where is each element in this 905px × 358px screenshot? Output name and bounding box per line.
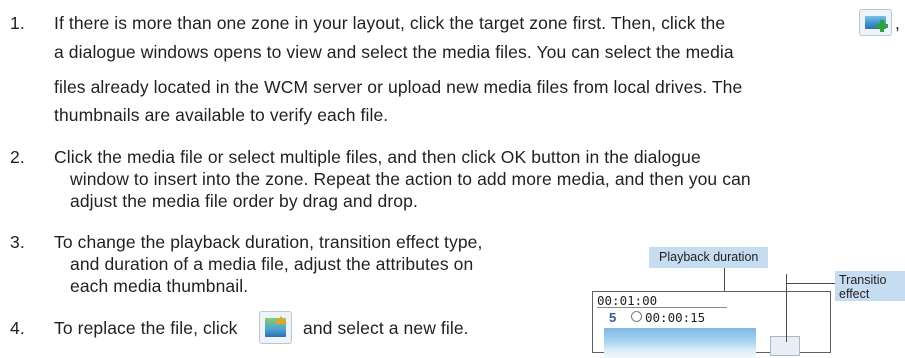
zone-panel: 00:01:00 5 00:00:15 [592, 291, 831, 358]
zone-duration: 00:01:00 [597, 293, 658, 308]
step-4-number: 4. [10, 318, 25, 338]
step-4: 4. To replace the file, click and select… [0, 0, 600, 346]
transition-effect-button [770, 336, 800, 356]
transition-callout-connector [786, 283, 835, 284]
step-4-line-1: To replace the file, click [54, 318, 238, 338]
replace-file-icon [259, 311, 292, 344]
transition-callout-line-2: effect [839, 287, 870, 301]
media-thumbnail-image [604, 328, 756, 358]
step-4-line-2: and select a new file. [303, 318, 469, 338]
transition-effect-callout: Transitio effect [835, 271, 905, 301]
zone-duration-underline [597, 307, 727, 308]
clock-icon [631, 311, 642, 322]
transition-callout-line [786, 274, 787, 342]
item-duration: 00:00:15 [645, 310, 706, 325]
order-number: 5 [609, 310, 617, 325]
transition-callout-line-1: Transitio [839, 273, 887, 287]
playback-duration-callout: Playback duration [649, 247, 769, 268]
